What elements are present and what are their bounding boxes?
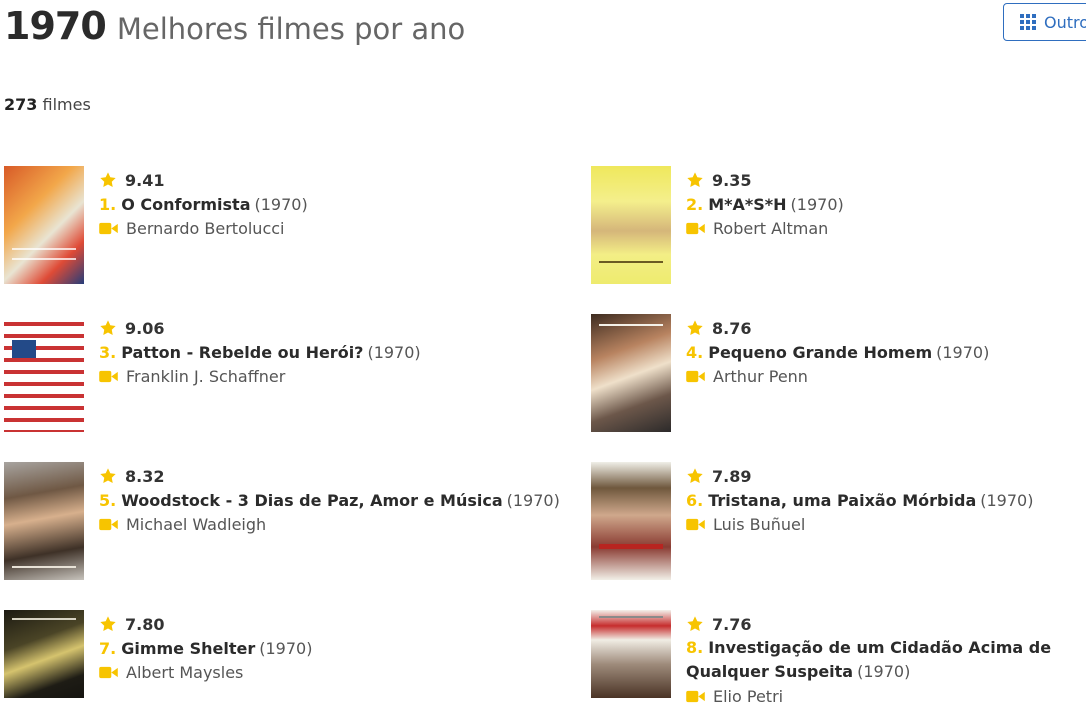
other-year-button[interactable]: Outro: [1003, 3, 1086, 41]
movie-card[interactable]: 9.41 1. O Conformista (1970) Bernardo Bert…: [4, 166, 499, 286]
movie-poster[interactable]: [4, 314, 84, 432]
movie-poster[interactable]: [591, 610, 671, 698]
movie-title-link[interactable]: M*A*S*H: [708, 195, 786, 214]
movie-year: (1970): [254, 194, 308, 214]
movie-rating: 8.76: [712, 318, 752, 338]
movie-rating: 7.89: [712, 466, 752, 486]
movie-rating: 9.06: [125, 318, 165, 338]
star-icon: [100, 616, 116, 632]
page-title-year: 1970: [4, 4, 107, 48]
grid-icon: [1020, 14, 1036, 30]
video-camera-icon: [686, 370, 705, 382]
movie-poster[interactable]: [4, 166, 84, 284]
movie-year: (1970): [790, 194, 844, 214]
movie-poster[interactable]: [4, 462, 84, 580]
movie-poster[interactable]: [4, 610, 84, 698]
video-camera-icon: [99, 518, 118, 530]
movie-card[interactable]: 7.89 6. Tristana, uma Paixão Mórbida (1970…: [591, 462, 1086, 582]
movie-rank: 8.: [686, 638, 704, 657]
star-icon: [100, 320, 116, 336]
movie-card[interactable]: 8.32 5. Woodstock - 3 Dias de Paz, Amor e…: [4, 462, 560, 582]
movie-rank: 4.: [686, 342, 704, 362]
movie-director-link[interactable]: Arthur Penn: [713, 367, 808, 386]
star-icon: [687, 616, 703, 632]
movie-title-link[interactable]: Patton - Rebelde ou Herói?: [121, 343, 363, 362]
movie-card[interactable]: 9.06 3. Patton - Rebelde ou Herói? (1970) …: [4, 314, 499, 434]
video-camera-icon: [99, 370, 118, 382]
movie-director-link[interactable]: Albert Maysles: [126, 663, 243, 682]
video-camera-icon: [686, 690, 705, 702]
star-icon: [687, 320, 703, 336]
movie-title-link[interactable]: Woodstock - 3 Dias de Paz, Amor e Música: [121, 491, 502, 510]
video-camera-icon: [99, 666, 118, 678]
movie-director-link[interactable]: Michael Wadleigh: [126, 515, 266, 534]
movie-card[interactable]: 7.80 7. Gimme Shelter (1970) Albert Maysle…: [4, 610, 499, 698]
movie-rank: 5.: [99, 490, 117, 510]
movie-count-label: filmes: [42, 95, 91, 114]
movie-count-number: 273: [4, 95, 38, 114]
movie-rank: 1.: [99, 194, 117, 214]
movie-year: (1970): [259, 638, 313, 658]
movie-year: (1970): [506, 490, 560, 510]
movie-poster[interactable]: [591, 166, 671, 284]
movie-rank: 6.: [686, 490, 704, 510]
movie-poster[interactable]: [591, 462, 671, 580]
movie-title-link[interactable]: O Conformista: [121, 195, 250, 214]
movie-director-link[interactable]: Franklin J. Schaffner: [126, 367, 285, 386]
movie-card[interactable]: 7.76 8. Investigação de um Cidadão Acima …: [591, 610, 1086, 706]
star-icon: [100, 468, 116, 484]
movie-poster[interactable]: [591, 314, 671, 432]
movie-rating: 7.76: [712, 614, 752, 634]
movie-title-link[interactable]: Gimme Shelter: [121, 639, 255, 658]
movie-count: 273 filmes: [4, 95, 91, 114]
movie-director-link[interactable]: Luis Buñuel: [713, 515, 805, 534]
movie-rating: 9.35: [712, 170, 752, 190]
movie-rating: 8.32: [125, 466, 165, 486]
star-icon: [687, 468, 703, 484]
movie-title-link[interactable]: Tristana, uma Paixão Mórbida: [708, 491, 976, 510]
movie-title-link[interactable]: Pequeno Grande Homem: [708, 343, 932, 362]
movie-director-link[interactable]: Bernardo Bertolucci: [126, 219, 284, 238]
movie-year: (1970): [367, 342, 421, 362]
movie-rating: 9.41: [125, 170, 165, 190]
movie-director-link[interactable]: Robert Altman: [713, 219, 828, 238]
movie-director-link[interactable]: Elio Petri: [713, 687, 783, 706]
movie-year: (1970): [936, 342, 990, 362]
video-camera-icon: [686, 222, 705, 234]
page-subtitle: Melhores filmes por ano: [116, 12, 466, 46]
movie-card[interactable]: 8.76 4. Pequeno Grande Homem (1970) Arthur…: [591, 314, 1086, 434]
movie-year: (1970): [980, 490, 1034, 510]
movie-rating: 7.80: [125, 614, 165, 634]
movie-card[interactable]: 9.35 2. M*A*S*H (1970) Robert Altman: [591, 166, 1086, 286]
page-header: 1970 Melhores filmes por ano: [4, 4, 465, 48]
movie-rank: 7.: [99, 638, 117, 658]
star-icon: [687, 172, 703, 188]
movie-rank: 2.: [686, 194, 704, 214]
video-camera-icon: [686, 518, 705, 530]
movie-rank: 3.: [99, 342, 117, 362]
video-camera-icon: [99, 222, 118, 234]
other-year-button-label: Outro: [1044, 12, 1086, 32]
movie-year: (1970): [857, 662, 911, 681]
star-icon: [100, 172, 116, 188]
